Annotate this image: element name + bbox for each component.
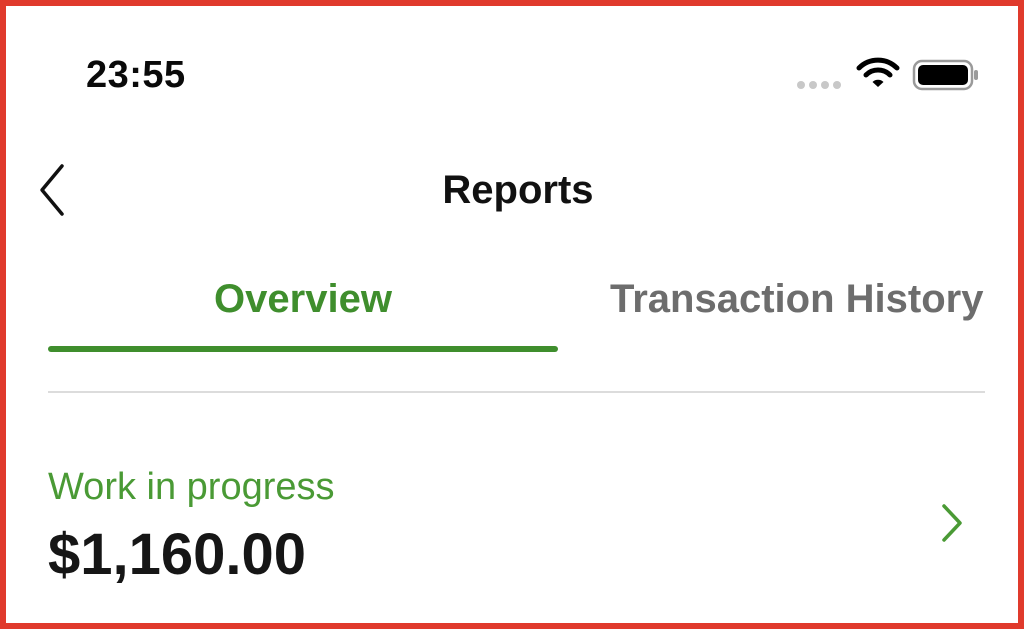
work-in-progress-row[interactable]: Work in progress $1,160.00 xyxy=(48,454,985,594)
chevron-right-icon xyxy=(942,504,962,542)
battery-icon xyxy=(912,59,978,91)
cellular-signal-icon xyxy=(797,81,843,89)
active-tab-indicator xyxy=(48,346,558,352)
tab-overview[interactable]: Overview xyxy=(48,274,558,324)
divider xyxy=(48,391,985,393)
status-time: 23:55 xyxy=(86,54,186,96)
work-in-progress-label: Work in progress xyxy=(48,466,335,508)
tab-transaction-history[interactable]: Transaction History xyxy=(610,274,1018,324)
app-screen: 23:55 Reports Overview Transaction Histo… xyxy=(0,0,1024,629)
work-in-progress-amount: $1,160.00 xyxy=(48,522,307,587)
wifi-icon xyxy=(856,57,900,87)
page-title: Reports xyxy=(442,168,594,212)
